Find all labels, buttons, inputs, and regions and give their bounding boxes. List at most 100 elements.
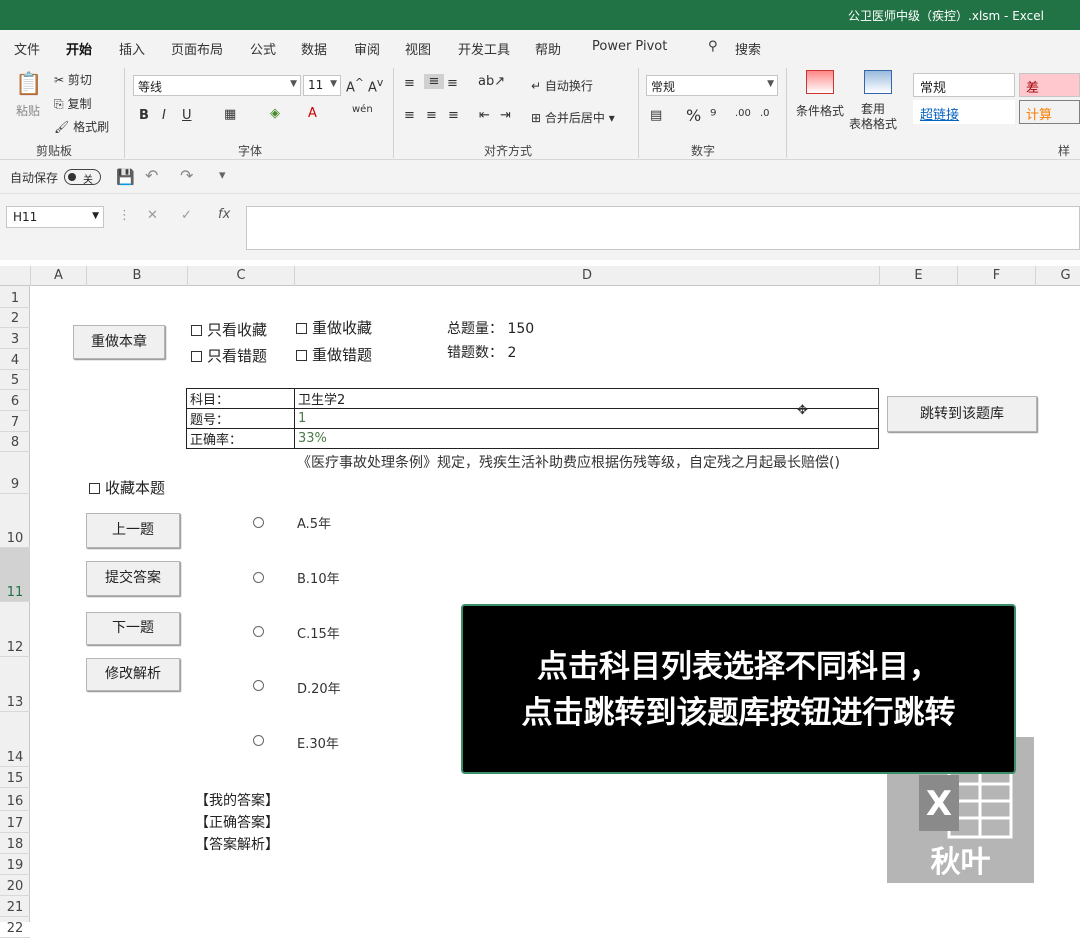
column-header[interactable]: A <box>30 266 86 286</box>
align-left-icon[interactable]: ≡ <box>404 108 415 123</box>
column-header[interactable]: G <box>1035 266 1080 286</box>
italic-button[interactable]: I <box>162 108 166 123</box>
table-format-button[interactable]: 套用 表格格式 <box>849 102 897 132</box>
subject-select[interactable]: 卫生学2 <box>294 388 879 409</box>
redo-chapter-button[interactable]: 重做本章 <box>73 325 165 359</box>
row-header[interactable]: 10 <box>0 494 30 548</box>
style-bad[interactable]: 差 <box>1019 73 1080 97</box>
row-header[interactable]: 15 <box>0 767 30 788</box>
function-icon[interactable]: fx <box>218 207 230 222</box>
paste-button[interactable]: 粘贴 <box>16 102 40 119</box>
option-radio[interactable] <box>253 626 264 637</box>
option-radio[interactable] <box>253 572 264 583</box>
font-size-select[interactable]: 11 ▼ <box>303 75 341 96</box>
tab-file[interactable]: 文件 <box>14 39 40 58</box>
row-header[interactable]: 4 <box>0 349 30 370</box>
option-radio[interactable] <box>253 680 264 691</box>
number-format-select[interactable]: 常规 ▼ <box>646 75 778 96</box>
row-header[interactable]: 14 <box>0 712 30 767</box>
column-header[interactable]: F <box>957 266 1035 286</box>
row-header[interactable]: 8 <box>0 432 30 452</box>
tab-data[interactable]: 数据 <box>301 39 327 58</box>
undo-icon[interactable]: ↶ <box>145 166 158 185</box>
align-middle-icon[interactable]: ≡ <box>424 74 444 89</box>
tab-review[interactable]: 审阅 <box>354 39 380 58</box>
search-icon[interactable]: ⚲ <box>708 39 718 54</box>
conditional-format-icon[interactable] <box>806 70 834 94</box>
row-header[interactable]: 19 <box>0 854 30 875</box>
font-color-icon[interactable]: A <box>308 106 317 121</box>
row-header[interactable]: 22 <box>0 917 30 938</box>
paste-icon[interactable]: 📋 <box>14 72 44 97</box>
row-header[interactable]: 5 <box>0 370 30 390</box>
decrease-decimal-icon[interactable]: .0 <box>760 108 770 119</box>
border-icon[interactable]: ▦ <box>224 107 236 122</box>
style-calc[interactable]: 计算 <box>1019 100 1080 124</box>
percent-icon[interactable]: % <box>686 106 701 125</box>
merge-center-button[interactable]: ⊞ 合并后居中 ▾ <box>531 109 615 126</box>
save-icon[interactable]: 💾 <box>116 168 135 186</box>
table-format-icon[interactable] <box>864 70 892 94</box>
only-wrong-checkbox[interactable]: 只看错题 <box>191 345 267 366</box>
style-normal[interactable]: 常规 <box>913 73 1015 97</box>
bold-button[interactable]: B <box>139 108 149 123</box>
row-header[interactable]: 20 <box>0 875 30 896</box>
row-header-selected[interactable]: 11 <box>0 548 30 602</box>
decrease-indent-icon[interactable]: ⇤ <box>479 108 490 123</box>
row-header[interactable]: 18 <box>0 833 30 854</box>
copy-button[interactable]: ⎘ 复制 <box>54 95 91 112</box>
fill-color-icon[interactable]: ◈ <box>270 106 280 121</box>
row-header[interactable]: 9 <box>0 452 30 494</box>
font-name-select[interactable]: 等线 ▼ <box>133 75 301 96</box>
column-header[interactable]: B <box>86 266 187 286</box>
increase-decimal-icon[interactable]: .00 <box>735 108 751 119</box>
row-header[interactable]: 7 <box>0 411 30 432</box>
tab-home[interactable]: 开始 <box>66 39 93 65</box>
only-favorites-checkbox[interactable]: 只看收藏 <box>191 319 267 340</box>
row-header[interactable]: 17 <box>0 811 30 833</box>
align-bottom-icon[interactable]: ≡ <box>447 76 458 91</box>
underline-button[interactable]: U <box>182 108 192 123</box>
autosave-toggle[interactable]: 关 <box>64 169 101 186</box>
column-header[interactable]: E <box>879 266 957 286</box>
customize-qat-icon[interactable]: ▾ <box>219 168 226 183</box>
row-header[interactable]: 21 <box>0 896 30 917</box>
decrease-font-icon[interactable]: Av <box>368 76 383 95</box>
column-header[interactable]: D <box>294 266 879 286</box>
row-header[interactable]: 3 <box>0 328 30 349</box>
row-header[interactable]: 12 <box>0 602 30 657</box>
redo-favorites-checkbox[interactable]: 重做收藏 <box>296 317 372 338</box>
style-hyperlink[interactable]: 超链接 <box>913 100 1015 124</box>
tab-page-layout[interactable]: 页面布局 <box>171 39 223 58</box>
format-painter-button[interactable]: 🖌 格式刷 <box>54 118 109 135</box>
row-header[interactable]: 6 <box>0 390 30 411</box>
cut-button[interactable]: ✂ 剪切 <box>54 71 92 88</box>
row-header[interactable]: 2 <box>0 308 30 328</box>
wrap-text-button[interactable]: ↵ 自动换行 <box>531 77 593 94</box>
favorite-checkbox[interactable]: 收藏本题 <box>89 477 165 498</box>
tab-formulas[interactable]: 公式 <box>250 39 276 58</box>
column-header[interactable]: C <box>187 266 294 286</box>
option-radio[interactable] <box>253 735 264 746</box>
currency-icon[interactable]: ▤ <box>650 108 662 123</box>
increase-indent-icon[interactable]: ⇥ <box>500 108 511 123</box>
align-top-icon[interactable]: ≡ <box>404 76 415 91</box>
prev-question-button[interactable]: 上一题 <box>86 513 180 548</box>
enter-icon[interactable]: ✓ <box>181 208 192 223</box>
tab-developer[interactable]: 开发工具 <box>458 39 510 58</box>
cancel-icon[interactable]: ✕ <box>147 208 158 223</box>
jump-to-bank-button[interactable]: 跳转到该题库 <box>887 396 1037 432</box>
redo-wrong-checkbox[interactable]: 重做错题 <box>296 344 372 365</box>
comma-icon[interactable]: ⁹ <box>710 106 716 125</box>
tab-insert[interactable]: 插入 <box>119 39 145 58</box>
tab-view[interactable]: 视图 <box>405 39 431 58</box>
row-header[interactable]: 13 <box>0 657 30 712</box>
row-header[interactable]: 16 <box>0 788 30 811</box>
name-box[interactable]: H11 ▼ <box>6 206 104 228</box>
align-right-icon[interactable]: ≡ <box>448 108 459 123</box>
align-center-icon[interactable]: ≡ <box>426 108 437 123</box>
orientation-icon[interactable]: ab↗ <box>478 74 505 89</box>
row-header[interactable]: 1 <box>0 286 30 308</box>
option-radio[interactable] <box>253 517 264 528</box>
tab-search[interactable]: 搜索 <box>735 39 761 58</box>
